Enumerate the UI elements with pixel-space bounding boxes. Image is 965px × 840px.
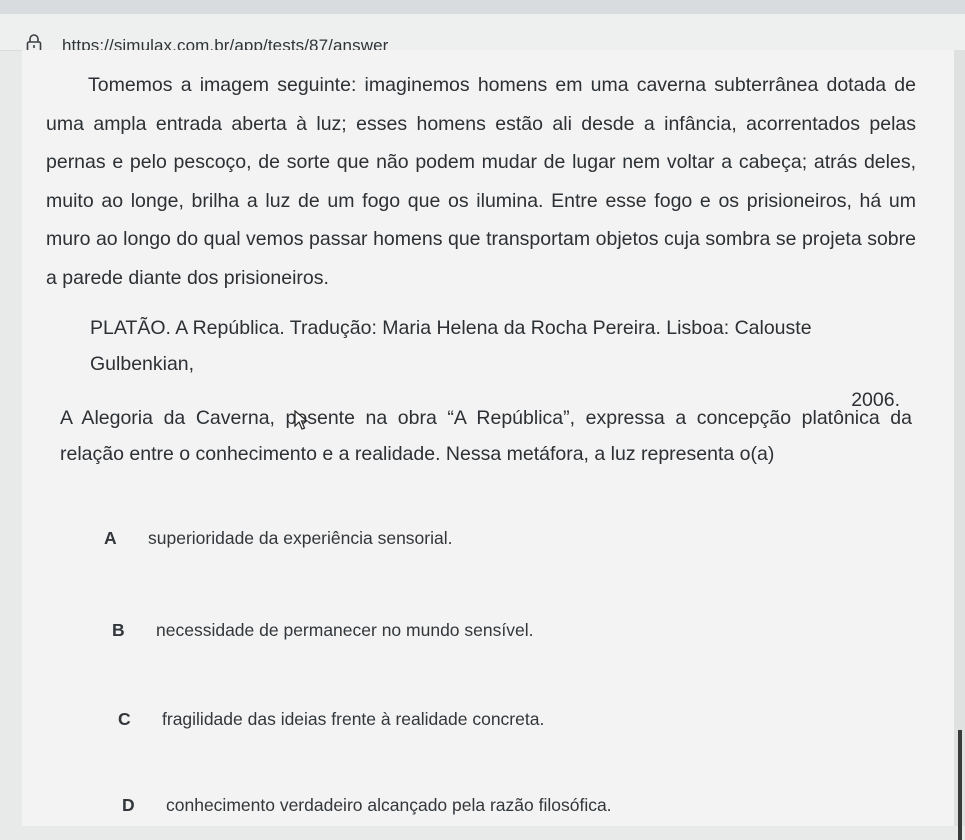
scrollbar[interactable]	[958, 730, 962, 840]
option-b-text: necessidade de permanecer no mundo sensí…	[156, 620, 534, 640]
address-bar[interactable]: https://simulax.com.br/app/tests/87/answ…	[0, 14, 965, 55]
option-c[interactable]: C fragilidade das ideias frente à realid…	[118, 709, 544, 730]
question-text: A Alegoria da Caverna, p esente na obra “…	[60, 400, 912, 472]
browser-top-strip	[0, 0, 965, 14]
option-d-letter: D	[122, 795, 135, 815]
option-b-letter: B	[112, 620, 125, 640]
option-c-text: fragilidade das ideias frente à realidad…	[162, 709, 545, 729]
option-c-letter: C	[118, 709, 131, 729]
question-text-part-1: A Alegoria da Caverna, p	[60, 407, 297, 429]
option-a[interactable]: A superioridade da experiência sensorial…	[104, 528, 453, 549]
citation-line-1: PLATÃO. A República. Tradução: Maria Hel…	[90, 317, 812, 375]
option-a-letter: A	[104, 528, 117, 548]
page-right-edge	[954, 50, 965, 840]
option-d-text: conhecimento verdadeiro alcançado pela r…	[166, 795, 612, 815]
option-d[interactable]: D conhecimento verdadeiro alcançado pela…	[122, 795, 612, 816]
passage-text: Tomemos a imagem seguinte: imaginemos ho…	[46, 74, 916, 289]
option-a-text: superioridade da experiência sensorial.	[148, 528, 453, 548]
option-b[interactable]: B necessidade de permanecer no mundo sen…	[112, 620, 533, 641]
